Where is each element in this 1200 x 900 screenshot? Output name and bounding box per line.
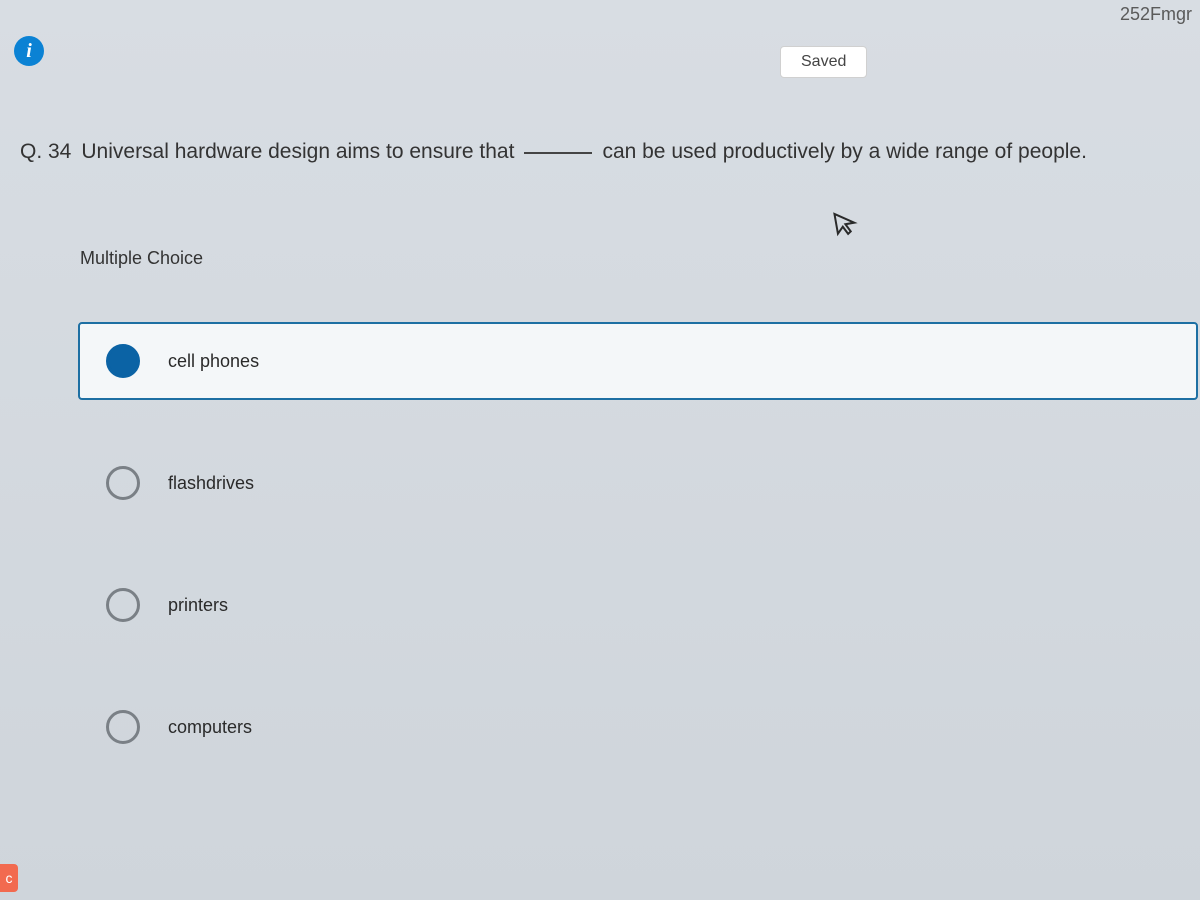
multiple-choice-label: Multiple Choice (80, 248, 203, 269)
answer-options: cell phones flashdrives printers compute… (78, 322, 1198, 810)
option-label: cell phones (168, 351, 259, 372)
corner-badge: c (0, 864, 18, 892)
fill-blank (524, 152, 592, 154)
option-computers[interactable]: computers (78, 688, 1198, 766)
option-flashdrives[interactable]: flashdrives (78, 444, 1198, 522)
radio-unselected-icon (106, 588, 140, 622)
radio-unselected-icon (106, 710, 140, 744)
status-saved-badge: Saved (780, 46, 867, 78)
option-cell-phones[interactable]: cell phones (78, 322, 1198, 400)
info-icon[interactable]: i (14, 36, 44, 66)
option-label: flashdrives (168, 473, 254, 494)
radio-unselected-icon (106, 466, 140, 500)
radio-selected-icon (106, 344, 140, 378)
option-label: printers (168, 595, 228, 616)
question-text-after: can be used productively by a wide range… (602, 140, 1087, 164)
cursor-icon (832, 208, 862, 247)
option-printers[interactable]: printers (78, 566, 1198, 644)
question-text-before: Universal hardware design aims to ensure… (81, 140, 514, 164)
question-text: Q. 34 Universal hardware design aims to … (20, 140, 1180, 164)
url-fragment: 252Fmgr (1112, 0, 1200, 29)
option-label: computers (168, 717, 252, 738)
question-number: Q. 34 (20, 140, 71, 164)
